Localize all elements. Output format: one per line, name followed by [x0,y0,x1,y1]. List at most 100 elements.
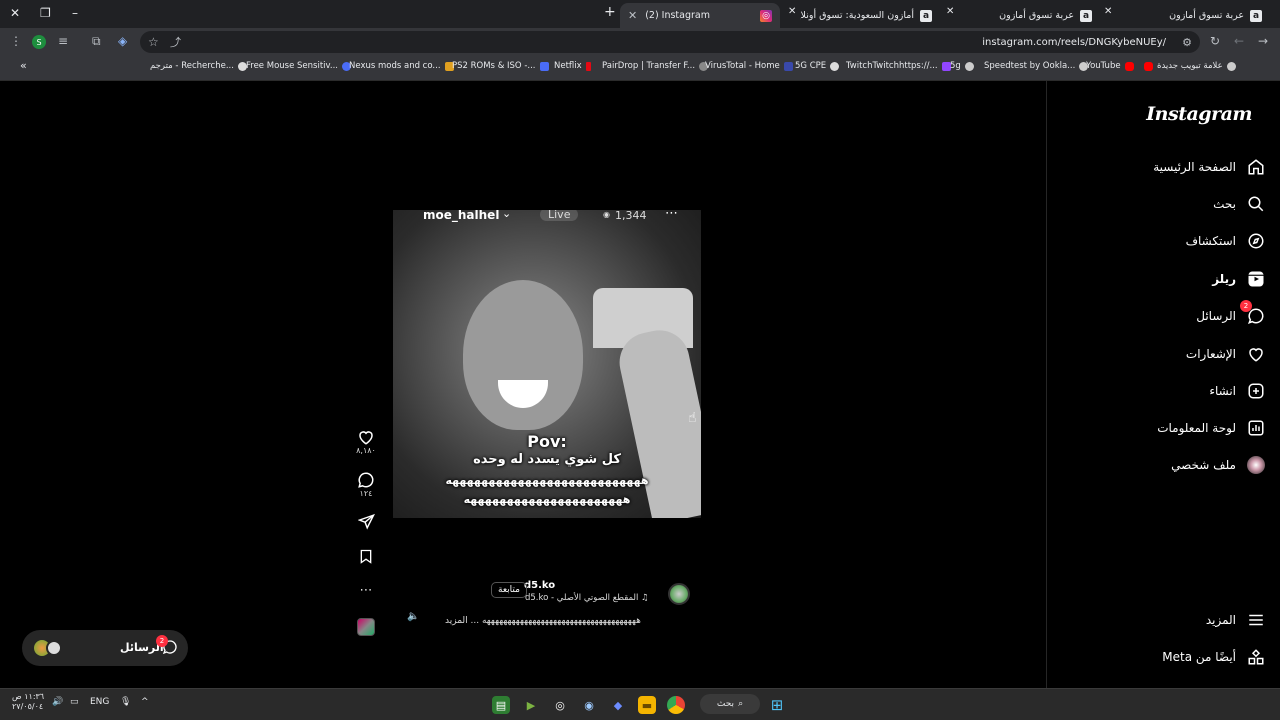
forward-icon[interactable]: ← [1234,34,1244,48]
reel-username[interactable]: d5.ko [524,580,555,591]
back-icon[interactable]: → [1258,34,1268,48]
audio-thumbnail[interactable] [354,618,378,636]
like-count: ٨,١٨٠ [356,446,376,455]
sidebar-item-search[interactable]: بحث [1213,194,1266,214]
tab-instagram[interactable]: ✕ (2) Instagram ◎ [620,3,780,28]
bookmark-star-icon[interactable]: ☆ [148,35,159,49]
bookmark-item[interactable]: 5G CPE [795,61,840,71]
reel-caption[interactable]: هههههههههههههههههههههههههههههههههههههه .… [445,616,641,626]
volume-icon[interactable]: 🔊 [52,697,63,707]
file-explorer-icon[interactable]: ▬ [638,696,656,714]
meta-apps-icon [1246,647,1266,667]
more-dots-icon: ⋯ [665,210,678,221]
restore-window-icon[interactable]: ❐ [40,6,51,20]
app-icon[interactable]: ▤ [492,696,510,714]
extensions-icon[interactable]: ⧉ [92,34,101,49]
site-settings-icon[interactable]: ⚙ [1182,36,1192,49]
globe-icon [1226,61,1236,71]
sidebar-item-notifications[interactable]: الإشعارات [1186,344,1266,364]
tray-chevron-icon[interactable]: ^ [141,697,149,707]
live-username: moe_halhel [423,210,500,222]
bookmark-item[interactable]: Speedtest by Ookla... [984,61,1089,71]
chrome-icon[interactable] [667,696,685,714]
bookmark-item[interactable]: TwitchTwitchhttps://... [846,61,951,71]
clock[interactable]: ١١:٣٦ ص ٢٧/٠٥/٠٤ [12,692,44,712]
youtube-icon [1144,61,1153,71]
omnibox[interactable]: ☆ ⤴ ⚙ instagram.com/reels/DNGKybeNUEy/ [140,31,1200,53]
close-tab-icon[interactable]: ✕ [788,6,796,17]
caption-line-1: كل شوي يسدد له وحده [473,452,621,467]
bookmark-item[interactable]: مترجم - Recherche... [150,61,247,71]
share-button[interactable] [354,513,378,530]
taskbar-search[interactable]: ⌕ بحث [700,694,760,714]
bookmark-item[interactable]: PairDrop | Transfer F... [602,61,709,71]
comment-button[interactable]: ١٢٤ [354,471,378,498]
reload-icon[interactable]: ↻ [1210,34,1220,48]
more-options-button[interactable]: ⋯ [354,583,378,598]
bookmark-item[interactable]: YouTube [1086,61,1134,71]
close-window-icon[interactable]: ✕ [10,6,20,20]
reel-video[interactable]: moe_halhel ⌄ Live ◉ 1,344 ⋯ Pov: كل شوي … [393,210,701,518]
tab-title: أمازون السعودية: تسوق أونلاين | [800,10,914,21]
site-icon [830,61,840,71]
sidebar-item-label: لوحة المعلومات [1157,421,1236,435]
sidebar-item-profile[interactable]: ملف شخصي [1171,455,1266,475]
bookmarks-overflow-icon[interactable]: « [20,59,27,72]
bookmark-item[interactable]: Free Mouse Sensitiv... [246,61,351,71]
tab-amazon-cart-2[interactable]: a عربة تسوق أمازون [960,3,1100,28]
network-icon[interactable]: ▭ [70,697,79,707]
obs-icon[interactable]: ◎ [551,696,569,714]
chevron-down-icon: ⌄ [502,210,512,220]
minimize-window-icon[interactable]: – [72,6,78,20]
cast-icon[interactable]: ◈ [118,34,127,48]
sidebar-item-home[interactable]: الصفحة الرئيسية [1153,157,1266,177]
sidebar-item-more[interactable]: المزيد [1206,610,1266,630]
bookmark-item[interactable]: Netflix [554,61,591,71]
messages-pill[interactable]: الرسائل 2 [22,630,188,666]
language-indicator[interactable]: ENG [90,697,109,707]
microphone-icon[interactable]: 🎙 [120,697,131,707]
tab-amazon-cart-1[interactable]: a عربة تسوق أمازون [1120,3,1270,28]
tab-amazon-sa[interactable]: a أمازون السعودية: تسوق أونلاين | [800,3,940,28]
windows-start-icon[interactable]: ⊞ [768,696,786,714]
close-tab-icon[interactable]: ✕ [628,9,637,22]
bookmark-item[interactable]: 5g [950,61,974,71]
bookmark-item[interactable]: علامة تبويب جديدة [1144,61,1236,71]
media-control-icon[interactable]: ≡ [58,34,68,48]
sidebar-item-explore[interactable]: استكشاف [1186,231,1266,251]
follow-button[interactable]: متابعة [491,582,527,598]
vpn-icon[interactable]: ◆ [609,696,627,714]
avatar [46,640,62,656]
bookmark-icon [360,549,372,564]
send-icon [357,513,375,530]
close-tab-icon[interactable]: ✕ [946,6,954,17]
like-button[interactable]: ٨,١٨٠ [354,428,378,455]
new-tab-button[interactable]: + [604,4,616,20]
save-button[interactable] [354,548,378,565]
avatar[interactable] [668,583,690,605]
volume-icon[interactable]: 🔈 [407,611,419,622]
instagram-logo[interactable]: Instagram [1146,103,1252,125]
bookmark-item[interactable]: VirusTotal - Home [705,61,793,71]
sidebar-item-create[interactable]: انشاء [1209,381,1266,401]
reel-audio[interactable]: ♫ المقطع الصوتي الأصلي - d5.ko [525,593,649,603]
sidebar-item-reels[interactable]: ريلز [1212,269,1266,289]
sidebar-item-dashboard[interactable]: لوحة المعلومات [1157,418,1266,438]
page-action-icon[interactable]: ⤴ [170,34,181,50]
menu-dots-icon[interactable]: ⋮ [10,34,22,48]
sidebar-item-messages[interactable]: 2 الرسائل [1196,300,1266,326]
site-icon [539,61,549,71]
bookmark-item[interactable]: PS2 ROMs & ISO -... [452,61,549,71]
play-icon[interactable]: ▶ [522,696,540,714]
menu-lines-icon [1246,610,1266,630]
tab-bar: ✕ ❐ – a عربة تسوق أمازون ✕ a عربة تسوق أ… [0,0,1280,28]
sidebar-item-meta[interactable]: أيضًا من Meta [1162,647,1266,667]
close-tab-icon[interactable]: ✕ [1104,6,1112,17]
profile-icon[interactable]: S [32,35,46,49]
reels-icon [1246,269,1266,289]
address-bar-row: ⋮ S ≡ ⧉ ◈ ☆ ⤴ ⚙ instagram.com/reels/DNGK… [0,28,1280,56]
steam-icon[interactable]: ◉ [580,696,598,714]
sidebar-item-label: ملف شخصي [1171,458,1236,472]
bookmark-item[interactable]: Nexus mods and co... [349,61,454,71]
sidebar-item-label: استكشاف [1185,234,1236,248]
